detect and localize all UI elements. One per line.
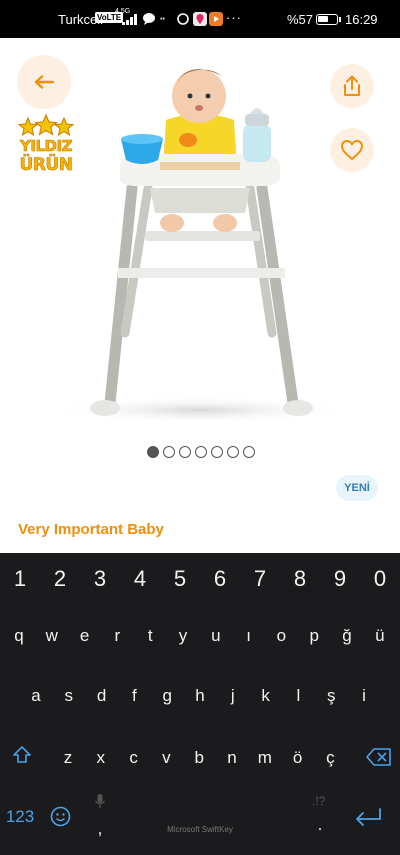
- letter-key[interactable]: ı: [246, 626, 251, 646]
- location-app-icon: [193, 12, 207, 26]
- chat-icon: [143, 13, 155, 25]
- app-notification-icon: ♦♦: [160, 16, 166, 22]
- signal-icon: [122, 14, 137, 25]
- pager-dot[interactable]: [195, 446, 207, 458]
- pager-dot[interactable]: [163, 446, 175, 458]
- letter-key[interactable]: r: [115, 626, 121, 646]
- letter-key[interactable]: x: [97, 748, 106, 768]
- enter-key[interactable]: [354, 807, 382, 827]
- letter-key[interactable]: p: [309, 626, 318, 646]
- more-notifications-icon: ···: [226, 10, 242, 25]
- stars-icon: [17, 114, 75, 137]
- letter-key[interactable]: f: [132, 686, 137, 706]
- letter-key[interactable]: v: [162, 748, 171, 768]
- letter-key[interactable]: a: [31, 686, 40, 706]
- letter-key[interactable]: s: [65, 686, 74, 706]
- digit-key[interactable]: 3: [94, 566, 106, 592]
- back-button[interactable]: [17, 55, 71, 109]
- letter-key[interactable]: c: [129, 748, 138, 768]
- letter-key[interactable]: m: [258, 748, 272, 768]
- digit-key[interactable]: 5: [174, 566, 186, 592]
- letter-key[interactable]: ğ: [342, 626, 351, 646]
- letter-key[interactable]: ö: [293, 748, 302, 768]
- pager-dot[interactable]: [179, 446, 191, 458]
- digit-key[interactable]: 9: [334, 566, 346, 592]
- pager-dot[interactable]: [243, 446, 255, 458]
- brand-name[interactable]: Very Important Baby: [18, 521, 164, 538]
- letter-key[interactable]: ü: [375, 626, 384, 646]
- play-app-icon: [209, 12, 223, 26]
- letter-key[interactable]: i: [362, 686, 366, 706]
- letter-key[interactable]: b: [194, 748, 203, 768]
- letter-key[interactable]: ş: [327, 686, 336, 706]
- image-pager[interactable]: [147, 446, 255, 458]
- share-button[interactable]: [330, 64, 374, 108]
- letter-key[interactable]: ç: [326, 748, 335, 768]
- digit-key[interactable]: 1: [14, 566, 26, 592]
- digit-key[interactable]: 0: [374, 566, 386, 592]
- letter-key[interactable]: l: [297, 686, 301, 706]
- keyboard-brand: Microsoft SwiftKey: [167, 825, 233, 834]
- share-icon: [344, 75, 360, 96]
- punctuation-hint: .!?: [312, 794, 326, 808]
- digit-key[interactable]: 4: [134, 566, 146, 592]
- letter-key[interactable]: o: [277, 626, 286, 646]
- letter-key[interactable]: k: [261, 686, 270, 706]
- sync-icon: [177, 13, 189, 25]
- pager-dot[interactable]: [211, 446, 223, 458]
- clock: 16:29: [345, 12, 378, 27]
- microphone-icon[interactable]: [94, 793, 106, 809]
- numbers-key[interactable]: 123: [6, 807, 34, 827]
- emoji-key[interactable]: [50, 806, 71, 827]
- letter-key[interactable]: e: [80, 626, 89, 646]
- arrow-left-icon: [34, 75, 54, 89]
- letter-key[interactable]: j: [231, 686, 235, 706]
- letter-key[interactable]: z: [64, 748, 73, 768]
- heart-icon: [341, 140, 363, 160]
- digit-key[interactable]: 8: [294, 566, 306, 592]
- new-badge: YENİ: [336, 475, 378, 501]
- letter-key[interactable]: t: [148, 626, 153, 646]
- keyboard: 1234567890 qwertyuıopğü asdfghjklşi zxcv…: [0, 553, 400, 855]
- star-product-badge-line1: YILDIZ: [20, 137, 73, 156]
- digit-key[interactable]: 2: [54, 566, 66, 592]
- letter-key[interactable]: u: [211, 626, 220, 646]
- screen: Turkcell VoLTE 4.5G ♦♦ ··· %57 16:29 YIL…: [0, 0, 400, 855]
- status-bar: Turkcell VoLTE 4.5G ♦♦ ··· %57 16:29: [0, 0, 400, 38]
- letter-key[interactable]: y: [179, 626, 188, 646]
- digit-key[interactable]: 7: [254, 566, 266, 592]
- letter-key[interactable]: n: [227, 748, 236, 768]
- pager-dot[interactable]: [227, 446, 239, 458]
- favorite-button[interactable]: [330, 128, 374, 172]
- letter-key[interactable]: h: [195, 686, 204, 706]
- product-image[interactable]: YILDIZ ÜRÜN: [0, 38, 400, 438]
- letter-key[interactable]: d: [97, 686, 106, 706]
- shift-key[interactable]: [12, 745, 32, 765]
- digit-key[interactable]: 6: [214, 566, 226, 592]
- battery-icon: [316, 14, 341, 25]
- letter-key[interactable]: q: [14, 626, 23, 646]
- backspace-key[interactable]: [366, 748, 392, 766]
- letter-key[interactable]: w: [46, 626, 58, 646]
- letter-key[interactable]: g: [162, 686, 171, 706]
- star-product-badge-line2: ÜRÜN: [19, 155, 73, 176]
- pager-dot[interactable]: [147, 446, 159, 458]
- battery-percent: %57: [287, 12, 314, 27]
